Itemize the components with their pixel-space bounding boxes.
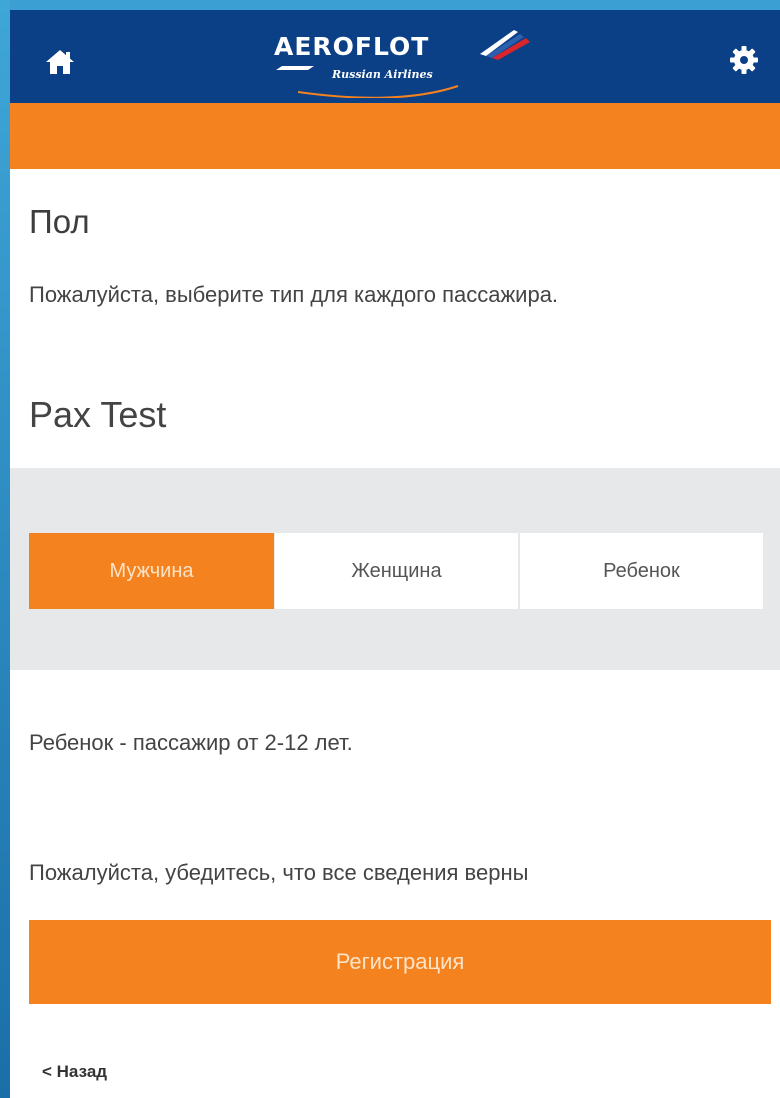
orange-banner [10,103,780,169]
app-screen: AEROFLOT Russian Airlines Пол Пожалуйста… [0,0,780,1098]
window-top-edge [0,0,780,10]
window-left-edge [0,0,10,1098]
passenger-name: Pax Test [29,394,167,435]
settings-button[interactable] [722,38,766,82]
aeroflot-logo[interactable]: AEROFLOT Russian Airlines [268,26,558,98]
home-icon [46,50,74,74]
page-title: Пол [29,203,90,240]
app-header: AEROFLOT Russian Airlines [10,10,780,103]
gender-option-male[interactable]: Мужчина [29,533,274,609]
home-button[interactable] [38,40,82,84]
gender-option-female[interactable]: Женщина [275,533,518,609]
register-button[interactable]: Регистрация [29,920,771,1004]
brand-name: AEROFLOT [274,32,430,61]
brand-tagline: Russian Airlines [332,68,433,81]
confirm-text: Пожалуйста, убедитесь, что все сведения … [29,860,529,885]
instruction-text: Пожалуйста, выберите тип для каждого пас… [29,282,559,307]
gender-option-child[interactable]: Ребенок [520,533,763,609]
child-age-note: Ребенок - пассажир от 2-12 лет. [29,730,353,755]
gear-icon [730,46,758,74]
back-link[interactable]: < Назад [42,1062,107,1082]
